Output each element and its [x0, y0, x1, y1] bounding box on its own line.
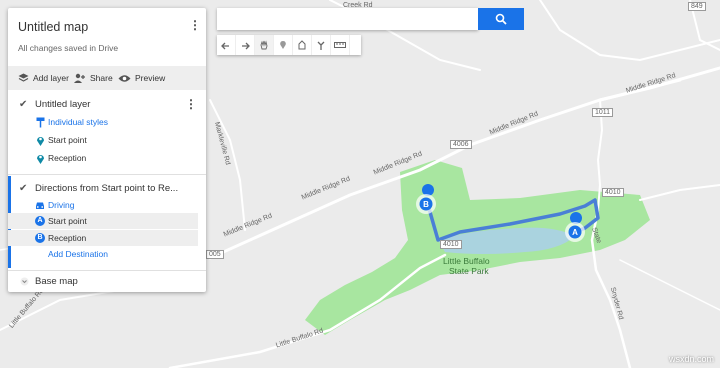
map-title[interactable]: Untitled map — [18, 20, 88, 34]
layer-visibility-checkbox[interactable]: ✔ — [19, 183, 27, 194]
layers-icon — [18, 73, 29, 82]
list-item[interactable]: A Start point — [8, 213, 198, 229]
add-destination-link[interactable]: Add Destination — [8, 246, 206, 262]
layer-visibility-checkbox[interactable]: ✔ — [19, 99, 27, 110]
undo-button[interactable] — [217, 35, 236, 55]
label-park-1: Little Buffalo — [443, 256, 490, 266]
watermark: wsxdn.com — [668, 354, 714, 364]
list-item-label: Start point — [48, 216, 87, 226]
paint-roller-icon — [36, 117, 45, 127]
travel-mode-label: Driving — [48, 200, 75, 210]
add-layer-button[interactable]: Add layer — [18, 71, 69, 85]
list-item-label: Reception — [48, 233, 87, 243]
preview-label: Preview — [135, 73, 166, 83]
share-button[interactable]: Share — [74, 71, 113, 85]
label-park-2: State Park — [449, 266, 489, 276]
location-pin-icon — [37, 154, 44, 164]
search-input[interactable] — [217, 8, 478, 30]
layer-title[interactable]: Untitled layer — [35, 99, 90, 110]
ruler-icon — [334, 42, 346, 48]
list-item[interactable]: Start point — [8, 132, 206, 148]
layer-untitled: ✔ Untitled layer ⋮ Individual styles Sta… — [8, 90, 206, 178]
marker-b-label: B — [423, 200, 429, 209]
location-pin-icon — [37, 136, 44, 146]
redo-icon — [242, 42, 250, 50]
route-shield-4010: 4010 — [602, 188, 624, 197]
directions-icon — [317, 41, 325, 50]
redo-button[interactable] — [236, 35, 255, 55]
divider — [8, 270, 206, 271]
list-item[interactable]: B Reception — [8, 230, 198, 246]
marker-a-label: A — [572, 228, 578, 237]
draw-line-icon — [298, 40, 306, 50]
undo-icon — [221, 42, 229, 50]
route-shield-005: 005 — [206, 250, 224, 259]
search-button[interactable] — [478, 8, 524, 30]
individual-styles-label: Individual styles — [48, 117, 109, 127]
route-shield-1011: 1011 — [592, 108, 614, 117]
share-label: Share — [90, 73, 113, 83]
add-destination-label: Add Destination — [48, 249, 109, 259]
draw-line-button[interactable] — [293, 35, 312, 55]
divider — [8, 174, 206, 175]
route-shield-4010b: 4010 — [440, 240, 462, 249]
hand-tool-button[interactable] — [255, 35, 274, 55]
measure-button[interactable] — [331, 35, 350, 55]
directions-button[interactable] — [312, 35, 331, 55]
stop-b-badge: B — [35, 233, 45, 243]
search-icon — [495, 13, 507, 25]
individual-styles-link[interactable]: Individual styles — [8, 114, 206, 130]
preview-button[interactable]: Preview — [118, 71, 165, 85]
marker-icon — [280, 40, 286, 49]
layer-directions: ✔ Directions from Start point to Re... D… — [8, 176, 206, 268]
base-map-label: Base map — [35, 275, 78, 287]
save-status: All changes saved in Drive — [18, 43, 119, 53]
panel-toolbar: Add layer Share Preview — [8, 66, 206, 90]
layer-options-icon[interactable]: ⋮ — [185, 97, 197, 111]
chevron-down-icon — [20, 277, 29, 285]
layer-title[interactable]: Directions from Start point to Re... — [35, 183, 178, 194]
base-map-toggle[interactable]: Base map — [8, 273, 206, 289]
travel-mode[interactable]: Driving — [8, 197, 206, 213]
eye-icon — [118, 74, 131, 82]
route-shield-849: 849 — [688, 2, 706, 11]
hand-icon — [260, 40, 268, 50]
map-options-icon[interactable]: ⋮ — [189, 18, 201, 32]
stop-a-badge: A — [35, 216, 45, 226]
add-layer-label: Add layer — [33, 73, 69, 83]
car-icon — [36, 202, 44, 209]
add-person-icon — [74, 73, 85, 83]
add-marker-button[interactable] — [274, 35, 293, 55]
list-item-label: Reception — [48, 153, 87, 163]
route-shield-4006: 4006 — [450, 140, 472, 149]
map-toolbar — [217, 35, 361, 55]
map-panel: Untitled map All changes saved in Drive … — [8, 8, 206, 292]
list-item-label: Start point — [48, 135, 87, 145]
panel-header: Untitled map All changes saved in Drive … — [8, 8, 206, 66]
list-item[interactable]: Reception — [8, 150, 206, 166]
